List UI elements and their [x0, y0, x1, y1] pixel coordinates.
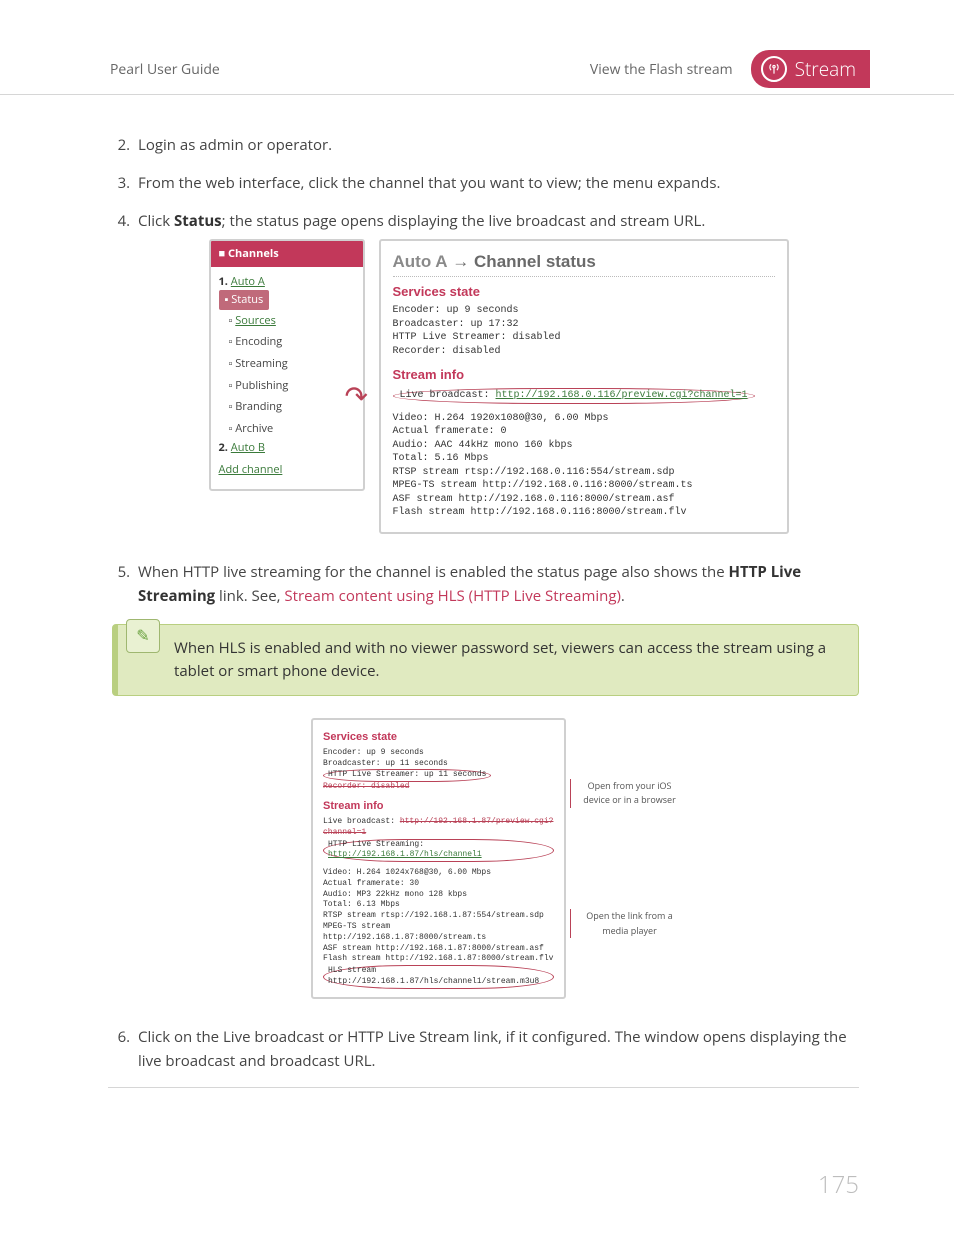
services-state-heading: Services state [393, 283, 775, 301]
figure-callouts: Open from your iOS device or in a browse… [566, 718, 686, 999]
step-5-d: . [621, 586, 625, 606]
broadcaster-line-2: Broadcaster: up 11 seconds [323, 759, 554, 770]
channel-auto-a-link[interactable]: Auto A [231, 274, 265, 289]
hls-stream-oval: HLS stream http://192.168.1.87/hls/chann… [323, 965, 554, 989]
sidebar-item-status[interactable]: ▪ Status [219, 290, 270, 310]
mpegts-line: MPEG-TS stream http://192.168.0.116:8000… [393, 479, 775, 493]
live-broadcast-line-2: Live broadcast: http://192.168.1.87/prev… [323, 817, 554, 839]
sidebar-item-streaming[interactable]: ▫ Streaming [219, 353, 355, 375]
audio-line-2: Audio: MP3 22kHz mono 128 kbps [323, 890, 554, 901]
flash-line-2: Flash stream http://192.168.1.87:8000/st… [323, 954, 554, 965]
stream-info-heading: Stream info [393, 366, 775, 384]
page-header: Pearl User Guide View the Flash stream S… [0, 50, 954, 95]
step-4-bold: Status [174, 211, 222, 231]
sidebar-item-encoding[interactable]: ▫ Encoding [219, 331, 355, 353]
step-3: From the web interface, click the channe… [134, 171, 859, 195]
encoder-line-2: Encoder: up 9 seconds [323, 748, 554, 759]
callout-top: Open from your iOS device or in a browse… [570, 779, 682, 808]
broadcaster-line: Broadcaster: up 17:32 [393, 318, 775, 332]
rtsp-line: RTSP stream rtsp://192.168.0.116:554/str… [393, 466, 775, 480]
mpegts-line-2: MPEG-TS stream http://192.168.1.87:8000/… [323, 922, 554, 944]
channel-2-number: 2. [219, 440, 228, 455]
add-channel-link[interactable]: Add channel [219, 462, 283, 477]
note-icon: ✎ [126, 619, 160, 653]
flash-line: Flash stream http://192.168.0.116:8000/s… [393, 506, 775, 520]
sidebar-item-sources[interactable]: ▫ Sources [219, 310, 355, 332]
encoder-line: Encoder: up 9 seconds [393, 304, 775, 318]
audio-line: Audio: AAC 44kHz mono 160 kbps [393, 439, 775, 453]
sidebar-body: 1. Auto A ▪ Status ▫ Sources ▫ Encoding … [211, 267, 363, 489]
fps-line-2: Actual framerate: 30 [323, 879, 554, 890]
step-4: Click Status; the status page opens disp… [134, 209, 859, 534]
antenna-icon [761, 56, 787, 82]
page-content: Login as admin or operator. From the web… [0, 95, 954, 1073]
video-line-2: Video: H.264 1024x768@30, 6.00 Mbps [323, 868, 554, 879]
sidebar-item-branding[interactable]: ▫ Branding [219, 396, 355, 418]
channel-auto-b-link[interactable]: Auto B [231, 440, 265, 455]
channels-sidebar: ■ Channels 1. Auto A ▪ Status ▫ Sources … [209, 239, 365, 491]
stream-badge: Stream [751, 50, 870, 88]
live-broadcast-url[interactable]: http://192.168.0.116/preview.cgi?channel… [496, 390, 748, 401]
hls-oval: HTTP Live Streaming: http://192.168.1.87… [323, 839, 554, 863]
callout-arrow-icon: ↷ [345, 381, 368, 419]
step-5-a: When HTTP live streaming for the channel… [138, 562, 729, 582]
step-5-c: link. See, [215, 586, 284, 606]
header-guide-title: Pearl User Guide [110, 60, 590, 79]
channel-status-panel: ↷ Auto A → Channel status Services state… [379, 239, 789, 534]
panel-title: Auto A → Channel status [393, 251, 775, 274]
sidebar-item-archive[interactable]: ▫ Archive [219, 418, 355, 440]
httplive-line: HTTP Live Streamer: disabled [393, 331, 775, 345]
tip-text: When HLS is enabled and with no viewer p… [174, 637, 842, 684]
total-line-2: Total: 6.13 Mbps [323, 900, 554, 911]
sidebar-item-publishing[interactable]: ▫ Publishing [219, 375, 355, 397]
hls-url[interactable]: http://192.168.1.87/hls/channel1 [328, 850, 482, 859]
page-number: 175 [0, 1088, 954, 1201]
video-line: Video: H.264 1920x1080@30, 6.00 Mbps [393, 412, 775, 426]
header-section-title: View the Flash stream [590, 60, 733, 79]
recorder-line-2: Recorder: disabled [323, 782, 554, 793]
step-2-text: Login as admin or operator. [138, 135, 332, 155]
step-2: Login as admin or operator. [134, 133, 859, 157]
figure-channel-status: ■ Channels 1. Auto A ▪ Status ▫ Sources … [209, 239, 789, 534]
rtsp-line-2: RTSP stream rtsp://192.168.1.87:554/stre… [323, 911, 554, 922]
services-state-heading-2: Services state [323, 730, 554, 745]
figure-hls-status: Services state Encoder: up 9 seconds Bro… [311, 718, 686, 999]
stream-info-heading-2: Stream info [323, 799, 554, 814]
fps-line: Actual framerate: 0 [393, 425, 775, 439]
step-4-post: ; the status page opens displaying the l… [222, 211, 706, 231]
step-6: Click on the Live broadcast or HTTP Live… [134, 1025, 859, 1073]
channel-1-number: 1. [219, 274, 228, 289]
step-6-text: Click on the Live broadcast or HTTP Live… [138, 1027, 847, 1071]
badge-label: Stream [795, 56, 856, 82]
httplive-oval: HTTP Live Streamer: up 11 seconds [323, 769, 491, 782]
live-broadcast-label: Live broadcast: [400, 390, 496, 401]
live-broadcast-circled: Live broadcast: http://192.168.0.116/pre… [393, 388, 755, 404]
hls-status-panel: Services state Encoder: up 9 seconds Bro… [311, 718, 566, 999]
step-4-pre: Click [138, 211, 174, 231]
hls-link[interactable]: Stream content using HLS (HTTP Live Stre… [284, 586, 621, 606]
tip-box: ✎ When HLS is enabled and with no viewer… [112, 624, 859, 697]
sidebar-heading: ■ Channels [211, 241, 363, 267]
step-3-text: From the web interface, click the channe… [138, 173, 720, 193]
total-line: Total: 5.16 Mbps [393, 452, 775, 466]
asf-line: ASF stream http://192.168.0.116:8000/str… [393, 493, 775, 507]
callout-bottom: Open the link from a media player [570, 909, 682, 938]
step-5: When HTTP live streaming for the channel… [134, 560, 859, 999]
asf-line-2: ASF stream http://192.168.1.87:8000/stre… [323, 944, 554, 955]
step-list: Login as admin or operator. From the web… [108, 133, 859, 1073]
recorder-line: Recorder: disabled [393, 345, 775, 359]
